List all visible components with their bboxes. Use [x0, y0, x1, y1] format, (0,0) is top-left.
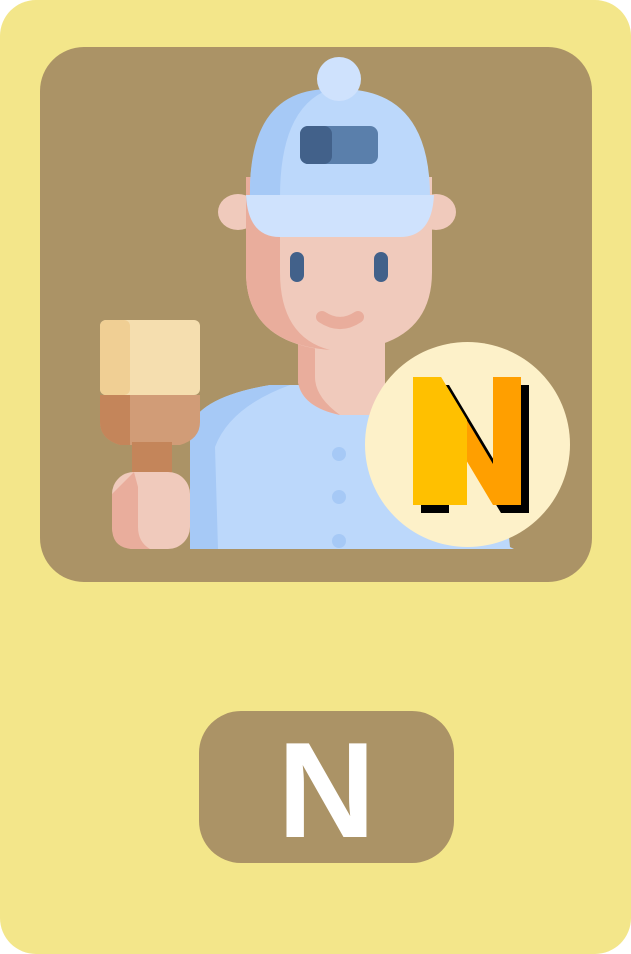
picture-frame [40, 47, 592, 582]
letter-badge [365, 342, 570, 547]
letter-badge-glyph [413, 377, 529, 513]
card-label: N [277, 714, 376, 866]
label-plate: N [199, 711, 454, 863]
letter-card: N [0, 0, 631, 954]
